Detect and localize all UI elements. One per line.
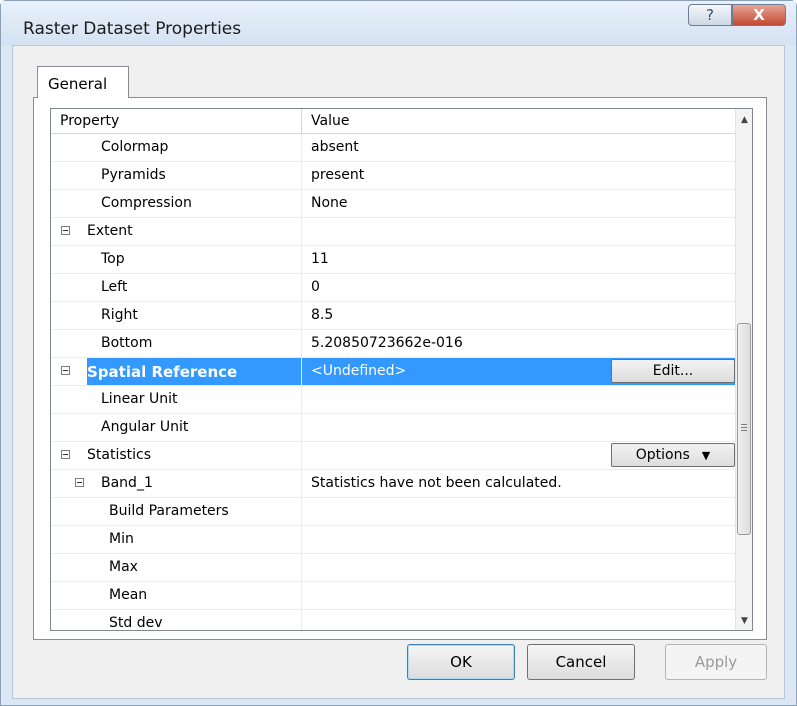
column-separator	[301, 498, 302, 526]
property-row[interactable]: Top 11	[51, 246, 735, 274]
collapse-box-icon[interactable]	[61, 226, 70, 235]
collapse-box-icon[interactable]	[61, 450, 70, 459]
property-value: None	[311, 195, 348, 211]
property-row[interactable]: Left 0	[51, 274, 735, 302]
apply-button[interactable]: Apply	[665, 644, 767, 680]
column-separator[interactable]	[301, 109, 302, 134]
vertical-scrollbar[interactable]: ▲ ▼	[735, 109, 752, 630]
column-separator	[301, 442, 302, 470]
column-separator	[301, 302, 302, 330]
property-row[interactable]: Statistics Options ▼	[51, 442, 735, 470]
property-row[interactable]: Compression None	[51, 190, 735, 218]
property-name: Statistics	[87, 447, 151, 463]
options-button[interactable]: Options ▼	[611, 443, 735, 467]
edit-button[interactable]: Edit...	[611, 359, 735, 383]
column-separator	[301, 610, 302, 630]
column-separator	[301, 274, 302, 302]
column-separator	[301, 526, 302, 554]
column-separator	[301, 190, 302, 218]
property-row[interactable]: Min	[51, 526, 735, 554]
column-separator	[301, 358, 302, 386]
property-row[interactable]: Bottom 5.20850723662e-016	[51, 330, 735, 358]
property-name: Angular Unit	[101, 419, 189, 435]
close-button[interactable]: X	[732, 4, 786, 26]
column-separator	[301, 386, 302, 414]
column-separator	[301, 218, 302, 246]
property-value: 0	[311, 279, 320, 295]
property-name: Bottom	[101, 335, 153, 351]
column-separator	[301, 330, 302, 358]
property-name: Pyramids	[101, 167, 166, 183]
column-header-property[interactable]: Property	[60, 113, 119, 129]
property-name: Std dev	[109, 615, 163, 631]
column-separator	[301, 582, 302, 610]
property-name: Right	[101, 307, 138, 323]
property-name: Mean	[109, 587, 148, 603]
property-row[interactable]: Pyramids present	[51, 162, 735, 190]
column-separator	[301, 554, 302, 582]
options-button-label: Options	[635, 447, 690, 463]
property-value: Statistics have not been calculated.	[311, 475, 562, 491]
property-row[interactable]: Mean	[51, 582, 735, 610]
property-row[interactable]: Colormap absent	[51, 134, 735, 162]
column-separator	[301, 162, 302, 190]
property-name: Max	[109, 559, 138, 575]
property-name: Band_1	[101, 475, 153, 491]
tab-panel-general: Property Value Colormap absent Pyramids pre…	[33, 97, 767, 640]
tab-general[interactable]: General	[37, 66, 129, 98]
column-separator	[301, 470, 302, 498]
grip-line	[741, 427, 747, 428]
grip-line	[741, 430, 747, 431]
property-name: Top	[101, 251, 125, 267]
property-row[interactable]: Std dev	[51, 610, 735, 631]
property-name: Colormap	[101, 139, 169, 155]
property-name: Spatial Reference	[87, 363, 238, 381]
grid-header: Property Value	[51, 109, 735, 134]
property-name: Linear Unit	[101, 391, 178, 407]
property-name: Extent	[87, 223, 133, 239]
scroll-down-arrow-icon[interactable]: ▼	[736, 612, 752, 629]
property-row[interactable]: Band_1 Statistics have not been calculate…	[51, 470, 735, 498]
property-row[interactable]: Max	[51, 554, 735, 582]
column-separator	[301, 414, 302, 442]
column-separator	[301, 134, 302, 162]
property-row[interactable]: Linear Unit	[51, 386, 735, 414]
property-value: present	[311, 167, 365, 183]
property-row[interactable]: Build Parameters	[51, 498, 735, 526]
property-name: Left	[101, 279, 128, 295]
property-value: 5.20850723662e-016	[311, 335, 463, 351]
help-button[interactable]: ?	[688, 4, 732, 26]
dialog-client: General Property Value Colormap absent Pyr…	[12, 45, 785, 699]
cancel-button[interactable]: Cancel	[527, 644, 635, 680]
property-value: 8.5	[311, 307, 334, 323]
property-row[interactable]: Right 8.5	[51, 302, 735, 330]
title-bar[interactable]: Raster Dataset Properties ? X	[1, 1, 796, 45]
window-title: Raster Dataset Properties	[23, 19, 242, 39]
property-row[interactable]: Angular Unit	[51, 414, 735, 442]
collapse-box-icon[interactable]	[61, 366, 70, 375]
column-header-value[interactable]: Value	[311, 113, 349, 129]
scroll-up-arrow-icon[interactable]: ▲	[736, 111, 752, 128]
property-value: <Undefined>	[311, 363, 407, 379]
ok-button[interactable]: OK	[407, 644, 515, 680]
property-grid: Property Value Colormap absent Pyramids pre…	[50, 108, 753, 631]
scrollbar-thumb[interactable]	[737, 323, 751, 535]
column-separator	[301, 246, 302, 274]
property-name: Build Parameters	[109, 503, 229, 519]
dialog-window: Raster Dataset Properties ? X General Pr…	[0, 0, 797, 706]
property-value: absent	[311, 139, 359, 155]
dropdown-arrow-icon: ▼	[701, 448, 711, 462]
grip-line	[741, 424, 747, 425]
property-value: 11	[311, 251, 329, 267]
property-name: Min	[109, 531, 134, 547]
property-row[interactable]: Extent	[51, 218, 735, 246]
collapse-box-icon[interactable]	[75, 478, 84, 487]
property-row[interactable]: Spatial Reference <Undefined> Edit...	[51, 358, 735, 386]
property-name: Compression	[101, 195, 192, 211]
